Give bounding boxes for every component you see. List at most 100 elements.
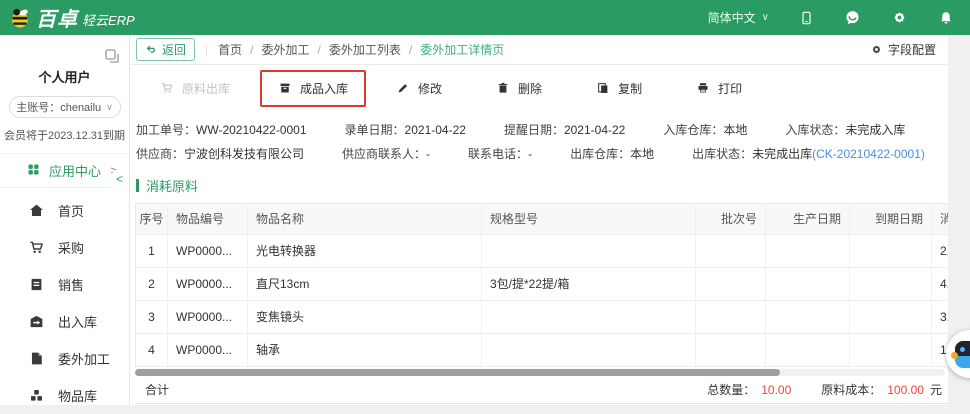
file-icon: [28, 350, 45, 367]
trash-icon: [496, 81, 510, 95]
cell-item-name: 直尺13cm: [248, 268, 482, 300]
order-number: 加工单号：WW-20210422-0001: [136, 121, 307, 140]
bell-icon[interactable]: [938, 10, 954, 26]
edit-button[interactable]: 修改: [380, 72, 458, 105]
total-label: 合计: [145, 381, 169, 398]
cell-spec: [482, 301, 696, 333]
cell-prod-date: [766, 301, 850, 333]
cell-seq: 3: [136, 301, 168, 333]
cell-spec: [482, 334, 696, 366]
cell-item-name: 光电转换器: [248, 235, 482, 267]
gear-icon[interactable]: [891, 9, 908, 26]
copy-label: 复制: [618, 80, 642, 97]
cell-qty: 3.00: [932, 301, 948, 333]
col-batch: 批次号: [696, 204, 766, 234]
section-title: 消耗原料: [136, 176, 948, 195]
mobile-app-icon[interactable]: [799, 10, 814, 26]
breadcrumb-current: 委外加工详情页: [420, 41, 504, 58]
cell-spec: [482, 235, 696, 267]
table-row: 3 WP0000... 变焦镜头 3.00: [136, 301, 948, 334]
delete-label: 删除: [518, 80, 542, 97]
breadcrumb-outsourcing-list[interactable]: 委外加工列表: [329, 41, 401, 58]
back-button[interactable]: 返回: [136, 38, 195, 61]
separator: /: [409, 43, 412, 57]
language-label: 简体中文: [708, 9, 756, 26]
sidebar-item-outsourcing[interactable]: 委外加工: [0, 340, 129, 377]
topbar: 百卓 轻云ERP 简体中文 ∨: [0, 0, 970, 35]
col-qty: 消耗数量: [932, 204, 948, 234]
account-select[interactable]: 主账号：chenailu ∨: [9, 96, 121, 118]
table-row: 1 WP0000... 光电转换器 2.00: [136, 235, 948, 268]
membership-expiry-notice: 会员将于2023.12.31到期: [0, 127, 129, 154]
table-footer: 合计 总数量： 10.00 原料成本： 100.00 元: [135, 376, 948, 404]
cell-exp-date: [850, 301, 932, 333]
cell-exp-date: [850, 268, 932, 300]
sidebar-item-inout-warehouse[interactable]: 出入库: [0, 303, 129, 340]
home-icon: [28, 202, 45, 219]
cell-seq: 4: [136, 334, 168, 366]
col-prod-date: 生产日期: [766, 204, 850, 234]
col-exp-date: 到期日期: [850, 204, 932, 234]
cart-icon: [160, 81, 174, 95]
cell-seq: 1: [136, 235, 168, 267]
cell-exp-date: [850, 334, 932, 366]
language-selector[interactable]: 简体中文 ∨: [708, 9, 769, 26]
col-item-name: 物品名称: [248, 204, 482, 234]
outbound-warehouse: 出库仓库：本地: [570, 145, 654, 164]
supplier: 供应商：宁波创科发技有限公司: [136, 145, 304, 164]
logo-product-text: 轻云ERP: [82, 10, 135, 29]
sidebar-item-label: 销售: [58, 275, 84, 294]
materials-table: 序号 物品编号 物品名称 规格型号 批次号 生产日期 到期日期 消耗数量 1 W…: [135, 203, 948, 367]
outbound-order-link[interactable]: (CK-20210422-0001): [812, 147, 925, 161]
back-button-label: 返回: [162, 41, 186, 58]
product-inbound-button[interactable]: 成品入库: [262, 72, 364, 105]
breadcrumb-home[interactable]: 首页: [218, 41, 242, 58]
sidebar-item-home[interactable]: 首页: [0, 192, 129, 229]
copy-button[interactable]: 复制: [580, 72, 658, 105]
cart-icon: [28, 239, 45, 256]
horizontal-scrollbar-thumb[interactable]: [135, 369, 780, 376]
chevron-down-icon: ∨: [106, 102, 113, 113]
cell-item-name: 变焦镜头: [248, 301, 482, 333]
sidebar-item-app-center[interactable]: 应用中心 >: [0, 154, 129, 188]
cubes-icon: [28, 387, 45, 404]
app-center-label: 应用中心: [49, 161, 101, 180]
separator: /: [250, 43, 253, 57]
contact-phone: 联系电话：-: [468, 145, 532, 164]
support-robot-widget[interactable]: [946, 330, 970, 378]
delete-button[interactable]: 删除: [480, 72, 558, 105]
bee-logo-icon: [8, 6, 32, 30]
sidebar-item-label: 委外加工: [58, 349, 110, 368]
sidebar-item-label: 出入库: [58, 312, 97, 331]
layout-switch-icon[interactable]: [103, 47, 121, 68]
cell-batch: [696, 301, 766, 333]
total-qty-label: 总数量：: [707, 381, 755, 398]
table-row: 2 WP0000... 直尺13cm 3包/提*22提/箱 4.00: [136, 268, 948, 301]
cell-batch: [696, 334, 766, 366]
breadcrumb-outsourcing[interactable]: 委外加工: [262, 41, 310, 58]
print-button[interactable]: 打印: [680, 72, 758, 105]
breadcrumb: 返回 | 首页 / 委外加工 / 委外加工列表 / 委外加工详情页 字段配置: [130, 35, 948, 65]
cell-prod-date: [766, 268, 850, 300]
table-header-row: 序号 物品编号 物品名称 规格型号 批次号 生产日期 到期日期 消耗数量: [136, 204, 948, 235]
chevron-down-icon: ∨: [762, 12, 769, 23]
sidebar-collapse-handle[interactable]: <: [113, 170, 126, 188]
sidebar-item-sales[interactable]: 销售: [0, 266, 129, 303]
field-config-button[interactable]: 字段配置: [870, 41, 936, 58]
sidebar-item-items-library[interactable]: 物品库: [0, 377, 129, 414]
cell-item-code: WP0000...: [168, 301, 248, 333]
sidebar-item-purchase[interactable]: 采购: [0, 229, 129, 266]
material-cost-label: 原料成本：: [821, 381, 881, 398]
reminder-date: 提醒日期：2021-04-22: [504, 121, 625, 140]
cell-seq: 2: [136, 268, 168, 300]
cell-exp-date: [850, 235, 932, 267]
cell-prod-date: [766, 235, 850, 267]
customer-service-icon[interactable]: [844, 9, 861, 26]
cell-item-code: WP0000...: [168, 235, 248, 267]
logo-brand-text: 百卓: [36, 3, 78, 32]
pencil-icon: [396, 81, 410, 95]
sidebar-menu: 首页 采购 销售 出入库 委外加工: [0, 192, 129, 414]
sidebar-item-label: 物品库: [58, 386, 97, 405]
material-cost-value: 100.00: [887, 383, 924, 397]
sidebar-item-label: 采购: [58, 238, 84, 257]
